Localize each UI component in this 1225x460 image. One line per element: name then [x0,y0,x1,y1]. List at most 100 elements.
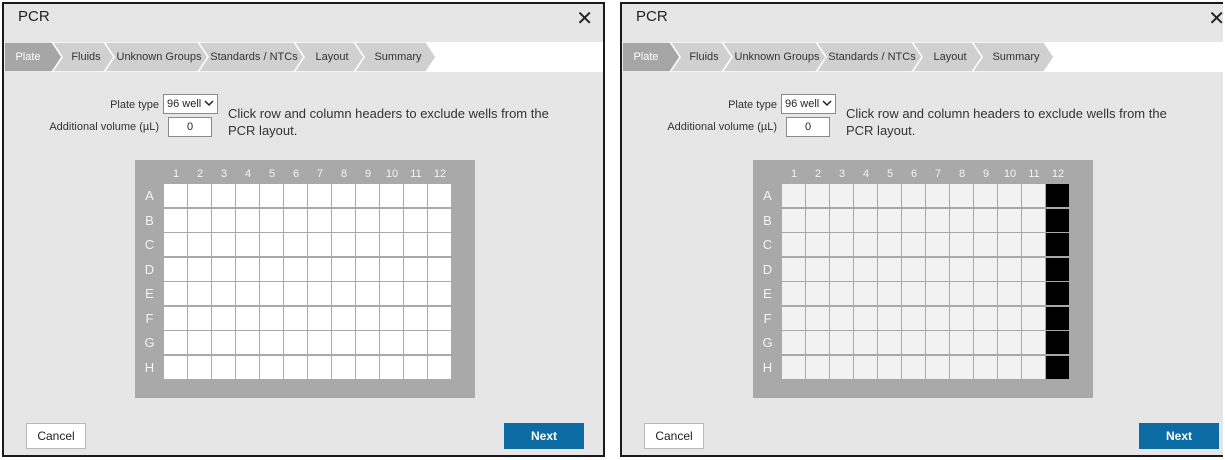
plate-well[interactable] [284,184,308,208]
column-header[interactable]: 11 [404,168,428,180]
plate-well[interactable] [308,331,332,355]
next-button[interactable]: Next [1139,423,1219,449]
row-header[interactable]: D [135,258,164,282]
tab-standards-ntcs[interactable]: Standards / NTCs [826,42,918,72]
plate-well[interactable] [380,257,404,282]
plate-well[interactable] [782,306,806,331]
plate-well[interactable] [284,233,308,257]
plate-well[interactable] [854,184,878,208]
plate-well[interactable] [830,257,854,282]
plate-well[interactable] [782,282,806,306]
column-header[interactable]: 9 [356,168,380,180]
plate-well[interactable] [902,355,926,380]
plate-well[interactable] [260,233,284,257]
plate-well[interactable] [404,208,428,233]
plate-well[interactable] [878,306,902,331]
plate-well[interactable] [854,331,878,355]
tab-standards-ntcs[interactable]: Standards / NTCs [208,42,300,72]
plate-well[interactable] [998,306,1022,331]
plate-well[interactable] [998,331,1022,355]
plate-well[interactable] [356,306,380,331]
plate-well[interactable] [926,355,950,380]
column-header[interactable]: 12 [1046,168,1070,180]
plate-well[interactable] [1022,282,1046,306]
tab-unknown-groups[interactable]: Unknown Groups [732,42,822,72]
plate-well[interactable] [902,208,926,233]
plate-well[interactable] [974,306,998,331]
plate-well[interactable] [188,282,212,306]
column-header[interactable]: 5 [878,168,902,180]
plate-well[interactable] [950,282,974,306]
plate-well[interactable] [1022,184,1046,208]
plate-well[interactable] [878,233,902,257]
plate-well[interactable] [974,282,998,306]
plate-well[interactable] [356,233,380,257]
additional-volume-input[interactable]: 0 [786,117,830,137]
plate-well[interactable] [308,355,332,380]
plate-well[interactable] [926,306,950,331]
plate-well[interactable] [212,233,236,257]
plate-well[interactable] [188,355,212,380]
plate-well[interactable] [212,306,236,331]
plate-well[interactable] [308,282,332,306]
row-header[interactable]: F [753,307,782,331]
column-header[interactable]: 12 [428,168,452,180]
row-header[interactable]: H [753,356,782,380]
plate-well[interactable] [974,331,998,355]
plate-well[interactable] [332,306,356,331]
plate-well[interactable] [1022,306,1046,331]
plate-well[interactable] [236,282,260,306]
plate-well[interactable] [878,355,902,380]
column-header[interactable]: 10 [998,168,1022,180]
plate-well[interactable] [164,184,188,208]
plate-well[interactable] [260,355,284,380]
plate-well[interactable] [854,257,878,282]
plate-well[interactable] [236,306,260,331]
plate-well[interactable] [1046,282,1070,306]
row-header[interactable]: A [753,184,782,208]
column-header[interactable]: 1 [164,168,188,180]
plate-well[interactable] [782,257,806,282]
column-header[interactable]: 4 [236,168,260,180]
plate-well[interactable] [164,208,188,233]
plate-well[interactable] [878,331,902,355]
plate-well[interactable] [164,282,188,306]
row-header[interactable]: F [135,307,164,331]
plate-well[interactable] [332,233,356,257]
plate-well[interactable] [974,355,998,380]
plate-well[interactable] [926,208,950,233]
plate-well[interactable] [188,233,212,257]
plate-well[interactable] [902,331,926,355]
row-header[interactable]: E [753,282,782,306]
plate-well[interactable] [950,208,974,233]
plate-well[interactable] [878,282,902,306]
column-header[interactable]: 10 [380,168,404,180]
plate-well[interactable] [998,355,1022,380]
plate-well[interactable] [428,282,452,306]
plate-well[interactable] [188,331,212,355]
plate-well[interactable] [878,257,902,282]
additional-volume-input[interactable]: 0 [168,117,212,137]
plate-well[interactable] [236,208,260,233]
plate-well[interactable] [284,282,308,306]
column-header[interactable]: 6 [902,168,926,180]
plate-well[interactable] [830,184,854,208]
plate-well[interactable] [806,257,830,282]
tab-plate[interactable]: Plate [4,42,52,72]
plate-well[interactable] [926,257,950,282]
plate-well[interactable] [404,355,428,380]
row-header[interactable]: C [753,233,782,257]
column-header[interactable]: 11 [1022,168,1046,180]
plate-well[interactable] [950,331,974,355]
plate-well[interactable] [188,184,212,208]
plate-well[interactable] [998,282,1022,306]
tab-fluids[interactable]: Fluids [680,42,728,72]
tab-layout[interactable]: Layout [304,42,360,72]
plate-well[interactable] [260,257,284,282]
tab-layout[interactable]: Layout [922,42,978,72]
plate-well[interactable] [782,355,806,380]
column-header[interactable]: 3 [830,168,854,180]
plate-well[interactable] [998,257,1022,282]
plate-well[interactable] [782,233,806,257]
row-header[interactable]: B [135,209,164,233]
